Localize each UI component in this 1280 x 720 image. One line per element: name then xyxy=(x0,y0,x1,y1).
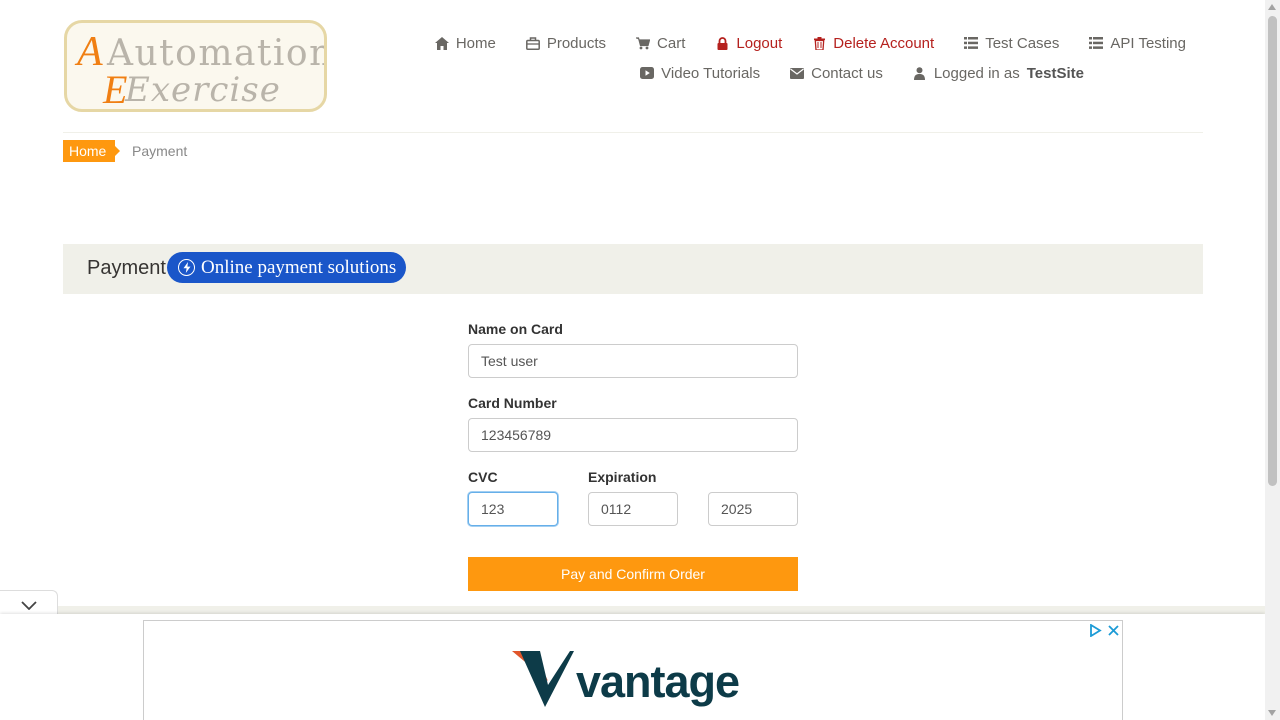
list-icon xyxy=(1089,36,1104,50)
lock-icon xyxy=(715,36,729,50)
payment-title: Payment xyxy=(87,257,166,279)
online-payment-badge-label: Online payment solutions xyxy=(201,256,397,278)
nav-video-tutorials-label: Video Tutorials xyxy=(661,64,761,82)
vantage-ad-logo: vantage xyxy=(512,651,740,712)
online-payment-badge[interactable]: Online payment solutions xyxy=(167,252,407,283)
bolt-icon xyxy=(178,259,195,276)
chevron-down-icon xyxy=(20,597,37,615)
adchoices-icon[interactable] xyxy=(1088,623,1102,637)
nav-delete-account-label: Delete Account xyxy=(833,34,935,52)
scroll-thumb[interactable] xyxy=(1268,16,1277,486)
nav-delete-account[interactable]: Delete Account xyxy=(812,35,934,52)
nav-test-cases-label: Test Cases xyxy=(985,34,1060,52)
nav-test-cases[interactable]: Test Cases xyxy=(964,35,1059,52)
nav-cart[interactable]: Cart xyxy=(636,35,685,52)
envelope-icon xyxy=(790,66,805,80)
logo-line1: Automation xyxy=(106,33,324,74)
nav-products[interactable]: Products xyxy=(525,34,607,52)
expiry-year-input[interactable] xyxy=(708,492,798,526)
logged-in-username: TestSite xyxy=(1026,64,1084,82)
nav-home[interactable]: Home xyxy=(434,34,496,52)
card-number-input[interactable] xyxy=(468,418,798,452)
nav-video-tutorials[interactable]: Video Tutorials xyxy=(640,65,760,82)
trash-icon xyxy=(812,36,826,50)
user-icon xyxy=(913,66,927,80)
name-on-card-label: Name on Card xyxy=(468,321,563,337)
logo-initial-a: A xyxy=(74,29,103,75)
nav-logged-in-as: Logged in as TestSite xyxy=(913,65,1084,82)
ad-banner-area: vantage xyxy=(0,614,1265,720)
cvc-input[interactable] xyxy=(468,492,558,526)
ad-controls xyxy=(1088,623,1120,637)
close-ad-icon[interactable] xyxy=(1106,623,1120,637)
nav-api-testing[interactable]: API Testing xyxy=(1089,35,1186,52)
vantage-logo-mark xyxy=(512,651,574,712)
nav-logout[interactable]: Logout xyxy=(715,35,782,52)
main-nav: Home Products Cart Logout Delete Account xyxy=(434,28,1186,88)
logo-line2: Exercise xyxy=(124,70,281,109)
payment-heading-bar: Payment Online payment solutions xyxy=(63,244,1203,294)
page-scrollbar[interactable] xyxy=(1265,0,1280,720)
products-icon xyxy=(525,36,540,50)
vantage-logo-word: vantage xyxy=(576,655,740,707)
nav-products-label: Products xyxy=(546,34,607,52)
nav-contact-us[interactable]: Contact us xyxy=(790,65,883,82)
nav-cart-label: Cart xyxy=(657,34,686,52)
ad-banner[interactable]: vantage xyxy=(143,620,1123,720)
card-number-label: Card Number xyxy=(468,395,557,411)
breadcrumb-current: Payment xyxy=(132,143,188,159)
nav-home-label: Home xyxy=(455,34,496,52)
nav-contact-us-label: Contact us xyxy=(811,64,883,82)
breadcrumb-home[interactable]: Home xyxy=(63,140,121,162)
pay-and-confirm-button[interactable]: Pay and Confirm Order xyxy=(468,557,798,591)
name-on-card-input[interactable] xyxy=(468,344,798,378)
home-icon xyxy=(434,36,449,50)
scroll-down-arrow-icon[interactable] xyxy=(1268,710,1276,716)
list-icon xyxy=(964,36,979,50)
nav-logout-label: Logout xyxy=(736,34,783,52)
cart-icon xyxy=(636,36,651,50)
footer-strip xyxy=(58,606,1265,614)
cvc-label: CVC xyxy=(468,469,498,485)
expiration-label: Expiration xyxy=(588,469,657,485)
video-icon xyxy=(640,66,655,80)
header-divider xyxy=(63,132,1203,133)
scroll-up-arrow-icon[interactable] xyxy=(1268,4,1276,10)
logo-initial-e: E xyxy=(102,67,127,109)
site-logo[interactable]: A Automation E Exercise xyxy=(64,20,327,112)
expiry-month-input[interactable] xyxy=(588,492,678,526)
nav-api-testing-label: API Testing xyxy=(1110,34,1186,52)
logged-in-label: Logged in as xyxy=(933,64,1020,82)
